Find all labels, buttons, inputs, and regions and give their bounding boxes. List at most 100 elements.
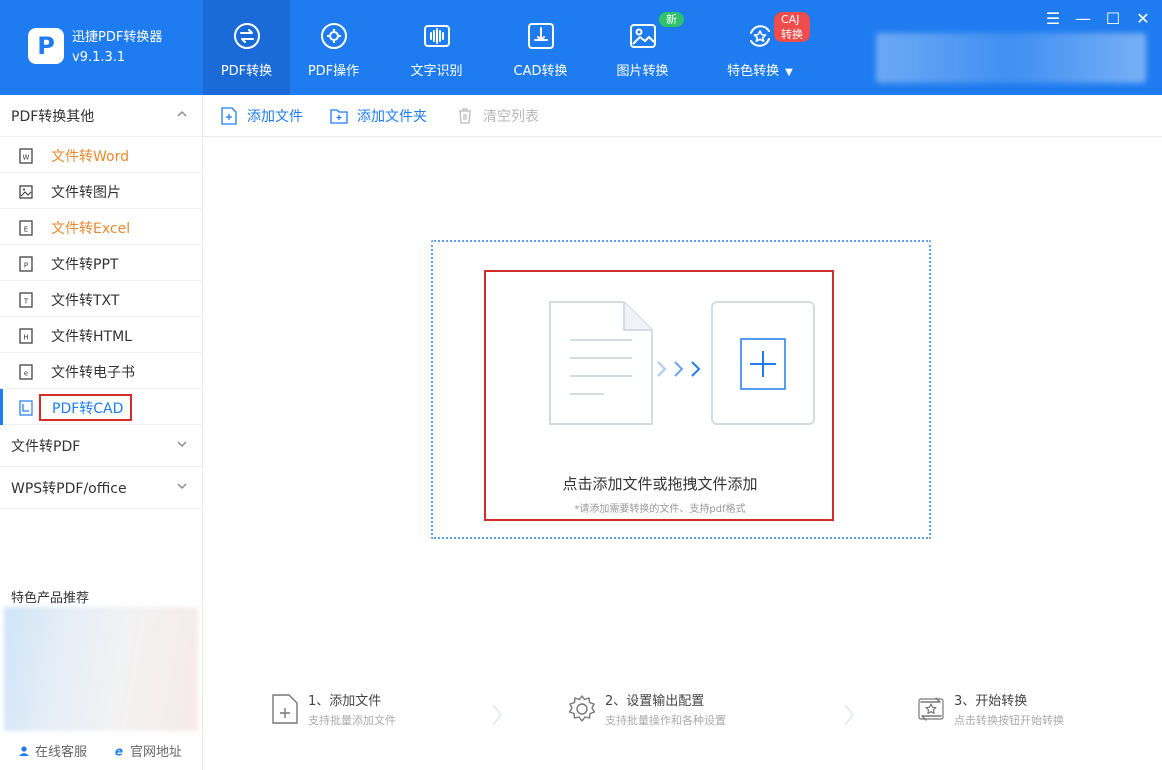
app-version: v9.1.3.1 [72, 50, 126, 65]
excel-file-icon: E [19, 220, 33, 236]
svg-text:E: E [24, 226, 28, 234]
step-title: 3、开始转换 [954, 694, 1028, 709]
tab-image-convert[interactable]: 图片转换 新 [599, 0, 686, 95]
add-file-label: 添加文件 [247, 109, 303, 125]
group-label: WPS转PDF/office [11, 480, 127, 497]
sidebar-item-word[interactable]: W 文件转Word [0, 137, 202, 173]
step-arrow-icon [492, 704, 502, 726]
promo-banner[interactable] [4, 607, 198, 731]
title-bar: P 迅捷PDF转换器 v9.1.3.1 PDF转换 PDF操作 文字识别 CAD [0, 0, 1162, 95]
tab-label: 文字识别 [410, 64, 463, 79]
sidebar-item-image[interactable]: 文件转图片 [0, 173, 202, 209]
group-label: PDF转换其他 [11, 108, 95, 125]
support-person-icon [19, 745, 29, 756]
browser-e-icon: e [115, 745, 123, 757]
app-name: 迅捷PDF转换器 [72, 30, 163, 45]
website-label: 官网地址 [130, 745, 183, 760]
website-link[interactable]: e 官网地址 [113, 741, 183, 761]
add-folder-label: 添加文件夹 [357, 109, 427, 125]
toolbar: 添加文件 添加文件夹 清空列表 [203, 95, 1162, 137]
sidebar-item-excel[interactable]: E 文件转Excel [0, 209, 202, 245]
support-label: 在线客服 [35, 745, 88, 760]
tab-label-text: 特色转换 [727, 64, 780, 79]
tab-feature-convert[interactable]: 特色转换 ▼ CAJ转换 [710, 0, 810, 95]
step-add-file: 1、添加文件 支持批量添加文件 [270, 693, 396, 729]
sidebar-item-html[interactable]: H 文件转HTML [0, 317, 202, 353]
step-desc: 点击转换按钮开始转换 [954, 714, 1064, 727]
svg-text:T: T [23, 298, 29, 306]
sidebar-item-label: 文件转PPT [51, 257, 119, 273]
step-arrow-icon [844, 704, 854, 726]
sidebar-item-label: 文件转Word [51, 149, 129, 165]
sidebar-item-txt[interactable]: T 文件转TXT [0, 281, 202, 317]
word-file-icon: W [19, 148, 33, 164]
tab-ocr[interactable]: 文字识别 [393, 0, 480, 95]
clear-list-button[interactable]: 清空列表 [456, 106, 539, 126]
minimize-icon[interactable]: — [1073, 8, 1093, 28]
sidebar-group-pdf-other[interactable]: PDF转换其他 [0, 95, 202, 137]
star-refresh-icon [750, 25, 770, 47]
svg-text:e: e [24, 370, 28, 378]
tab-pdf-operate[interactable]: PDF操作 [290, 0, 377, 95]
add-file-button[interactable]: 添加文件 [220, 106, 303, 126]
html-file-icon: H [19, 328, 33, 344]
chevron-down-icon [177, 441, 187, 447]
image-file-icon [19, 185, 33, 199]
add-folder-icon [330, 109, 348, 124]
cad-file-icon [19, 400, 33, 416]
step-start-convert: 3、开始转换 点击转换按钮开始转换 [916, 693, 1064, 729]
settings-gear-icon [568, 695, 596, 722]
chevron-down-icon [177, 483, 187, 489]
ppt-file-icon: P [19, 256, 33, 272]
sidebar-item-ebook[interactable]: e 文件转电子书 [0, 353, 202, 389]
sidebar-item-label: 文件转图片 [51, 185, 121, 201]
step-text: 3、开始转换 点击转换按钮开始转换 [954, 693, 1064, 729]
blurred-banner [876, 33, 1146, 83]
sidebar-item-label: 文件转电子书 [51, 365, 135, 381]
tab-pdf-convert[interactable]: PDF转换 [203, 0, 290, 95]
tab-label: 特色转换 ▼ [727, 60, 793, 79]
chevron-up-icon [177, 111, 187, 117]
tab-label: CAD转换 [513, 64, 568, 79]
sidebar-item-label: 文件转Excel [51, 221, 131, 237]
active-indicator [0, 389, 3, 425]
cad-icon [527, 23, 554, 49]
menu-icon[interactable]: ☰ [1043, 8, 1063, 28]
step-title: 2、设置输出配置 [605, 694, 705, 709]
gear-circle-icon [320, 23, 347, 49]
tab-label: 图片转换 [616, 64, 669, 79]
close-icon[interactable]: ✕ [1133, 8, 1153, 28]
sidebar-group-file-to-pdf[interactable]: 文件转PDF [0, 425, 202, 467]
step-settings: 2、设置输出配置 支持批量操作和各种设置 [567, 693, 726, 729]
tab-cad-convert[interactable]: CAD转换 [497, 0, 584, 95]
convert-icon [233, 23, 260, 49]
annotation-highlight-box [39, 394, 132, 421]
new-badge: 新 [659, 12, 684, 27]
online-support-link[interactable]: 在线客服 [18, 741, 87, 760]
add-file-icon [221, 107, 237, 125]
sidebar-item-ppt[interactable]: P 文件转PPT [0, 245, 202, 281]
group-label: 文件转PDF [11, 438, 81, 455]
sidebar-group-wps[interactable]: WPS转PDF/office [0, 467, 202, 509]
trash-icon [459, 108, 471, 124]
maximize-icon[interactable]: ☐ [1103, 8, 1123, 28]
image-icon [629, 24, 656, 48]
step-desc: 支持批量操作和各种设置 [605, 714, 726, 727]
caj-badge: CAJ转换 [774, 12, 810, 42]
step-text: 2、设置输出配置 支持批量操作和各种设置 [605, 693, 726, 729]
txt-file-icon: T [19, 292, 33, 308]
sidebar-item-label: 文件转TXT [51, 293, 120, 309]
sidebar-item-label: 文件转HTML [51, 329, 132, 345]
promo-title: 特色产品推荐 [11, 591, 90, 606]
tab-label: PDF操作 [307, 64, 360, 79]
dropdown-caret-icon: ▼ [785, 67, 793, 78]
svg-text:e: e [115, 745, 123, 757]
svg-text:W: W [23, 154, 30, 162]
svg-text:P: P [24, 262, 28, 270]
ebook-file-icon: e [19, 364, 33, 380]
app-logo: P [28, 28, 64, 64]
step-text: 1、添加文件 支持批量添加文件 [308, 693, 396, 729]
add-folder-button[interactable]: 添加文件夹 [330, 106, 427, 126]
waveform-icon [423, 25, 450, 47]
step-desc: 支持批量添加文件 [308, 714, 396, 727]
